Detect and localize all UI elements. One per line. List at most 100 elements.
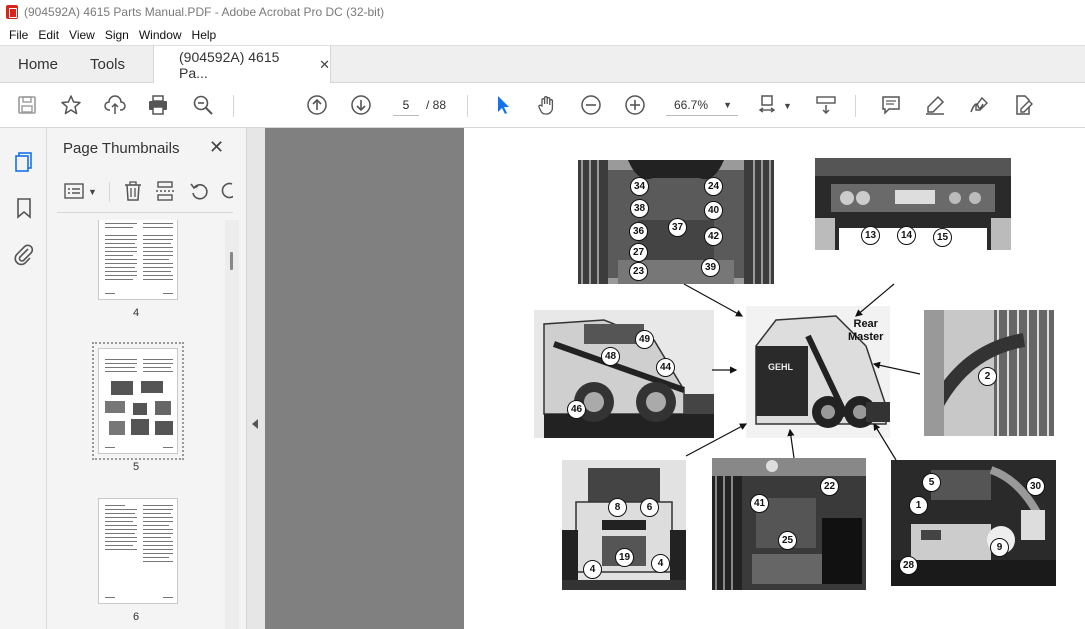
chevron-down-icon: ▼ <box>723 99 732 110</box>
thumbnail-label: 5 <box>132 461 140 473</box>
attachment-icon[interactable] <box>12 242 36 266</box>
menu-edit[interactable]: Edit <box>38 28 59 42</box>
callout: 5 <box>922 473 941 492</box>
thumbnail-label: 6 <box>132 611 140 623</box>
menu-file[interactable]: File <box>9 28 28 42</box>
callout: 15 <box>933 228 952 247</box>
callout: 6 <box>640 498 659 517</box>
callout: 23 <box>629 262 648 281</box>
photo-loader-side <box>534 310 714 438</box>
tab-close-icon[interactable]: ✕ <box>319 57 330 73</box>
panel-title: Page Thumbnails <box>63 140 180 157</box>
hand-icon[interactable] <box>535 93 559 117</box>
callout: 30 <box>1026 477 1045 496</box>
thumbnail-list[interactable]: 4 5 6 <box>47 220 225 629</box>
page-up-icon[interactable] <box>305 93 329 117</box>
tab-home[interactable]: Home <box>18 56 58 73</box>
callout: 34 <box>630 177 649 196</box>
highlight-icon[interactable] <box>923 93 947 117</box>
callout: 22 <box>820 477 839 496</box>
callout: 27 <box>629 243 648 262</box>
acrobat-app-icon <box>6 5 18 19</box>
callout: 19 <box>615 548 634 567</box>
collapse-arrow-icon <box>252 419 258 429</box>
tab-tools[interactable]: Tools <box>90 56 125 73</box>
callout: 13 <box>861 226 880 245</box>
search-zoom-icon[interactable] <box>191 93 215 117</box>
callout: 49 <box>635 330 654 349</box>
fit-page-icon[interactable] <box>757 93 781 117</box>
panel-close-icon[interactable]: ✕ <box>209 137 224 158</box>
svg-text:GEHL: GEHL <box>768 362 794 372</box>
photo-engine-compartment <box>712 458 866 590</box>
rear-master-label-line1: Rear <box>853 318 878 330</box>
callout: 25 <box>778 531 797 550</box>
callout: 44 <box>656 358 675 377</box>
callout: 9 <box>990 538 1009 557</box>
comment-icon[interactable] <box>879 93 903 117</box>
scroll-mode-icon[interactable] <box>814 93 838 117</box>
print-icon[interactable] <box>146 93 170 117</box>
zoom-out-icon[interactable] <box>579 93 603 117</box>
thumbnail-options-icon[interactable] <box>63 180 85 202</box>
thumbnail-image <box>98 220 178 300</box>
callout: 4 <box>651 554 670 573</box>
insert-page-icon[interactable] <box>154 180 176 202</box>
menu-help[interactable]: Help <box>192 28 217 42</box>
callout: 48 <box>601 347 620 366</box>
thumbnail-scrollbar[interactable] <box>225 220 239 629</box>
thumbnail-label: 4 <box>132 307 140 319</box>
panel-collapse-handle[interactable] <box>247 128 265 629</box>
tab-document[interactable]: (904592A) 4615 Pa... ✕ <box>153 46 331 84</box>
page-total: / 88 <box>426 98 447 112</box>
tab-bar: Home Tools (904592A) 4615 Pa... ✕ <box>0 45 1085 84</box>
zoom-in-icon[interactable] <box>623 93 647 117</box>
panel-toolbar: ▼ <box>47 172 237 212</box>
page-thumbnails-icon[interactable] <box>12 150 36 174</box>
delete-page-icon[interactable] <box>122 180 144 202</box>
rotate-clockwise-icon[interactable] <box>219 180 233 202</box>
page-thumbnails-panel: Page Thumbnails ✕ ▼ 4 5 6 <box>47 128 247 629</box>
callout: 24 <box>704 177 723 196</box>
photo-loader-rear <box>562 460 686 590</box>
rear-master-label: Rear Master <box>848 318 883 344</box>
window-title: (904592A) 4615 Parts Manual.PDF - Adobe … <box>24 5 385 19</box>
page-number-input[interactable] <box>393 94 419 116</box>
callout: 41 <box>750 494 769 513</box>
bookmark-star-icon[interactable] <box>59 93 83 117</box>
callout: 14 <box>897 226 916 245</box>
document-viewer[interactable]: GEHL 34 24 38 40 36 37 42 27 23 39 13 14… <box>265 128 1085 629</box>
callout: 39 <box>701 258 720 277</box>
callout: 36 <box>629 222 648 241</box>
callout: 46 <box>567 400 586 419</box>
callout: 40 <box>704 201 723 220</box>
menu-view[interactable]: View <box>69 28 95 42</box>
callout: 38 <box>630 199 649 218</box>
tab-document-label: (904592A) 4615 Pa... <box>179 49 280 81</box>
pdf-page: GEHL 34 24 38 40 36 37 42 27 23 39 13 14… <box>464 128 1085 629</box>
callout: 8 <box>608 498 627 517</box>
rear-master-label-line2: Master <box>848 331 884 343</box>
edit-pdf-icon[interactable] <box>1011 93 1035 117</box>
callout: 42 <box>704 227 723 246</box>
select-arrow-icon[interactable] <box>491 93 515 117</box>
thumbnail-image <box>92 342 184 460</box>
upload-cloud-icon[interactable] <box>103 93 127 117</box>
menu-window[interactable]: Window <box>139 28 182 42</box>
menu-sign[interactable]: Sign <box>105 28 129 42</box>
callout: 2 <box>978 367 997 386</box>
page-down-icon[interactable] <box>349 93 373 117</box>
left-icon-rail <box>0 128 47 629</box>
callout: 28 <box>899 556 918 575</box>
zoom-select[interactable]: 66.7% ▼ <box>666 94 738 116</box>
options-chevron-icon[interactable]: ▼ <box>88 187 97 197</box>
bookmark-icon[interactable] <box>12 196 36 220</box>
fit-dropdown-chevron-icon[interactable]: ▼ <box>783 101 792 111</box>
sign-icon[interactable] <box>967 93 991 117</box>
callout: 37 <box>668 218 687 237</box>
callout: 1 <box>909 496 928 515</box>
zoom-value: 66.7% <box>674 97 709 112</box>
save-icon[interactable] <box>15 93 39 117</box>
rotate-counterclockwise-icon[interactable] <box>189 180 211 202</box>
menu-bar: File Edit View Sign Window Help <box>0 24 1085 45</box>
